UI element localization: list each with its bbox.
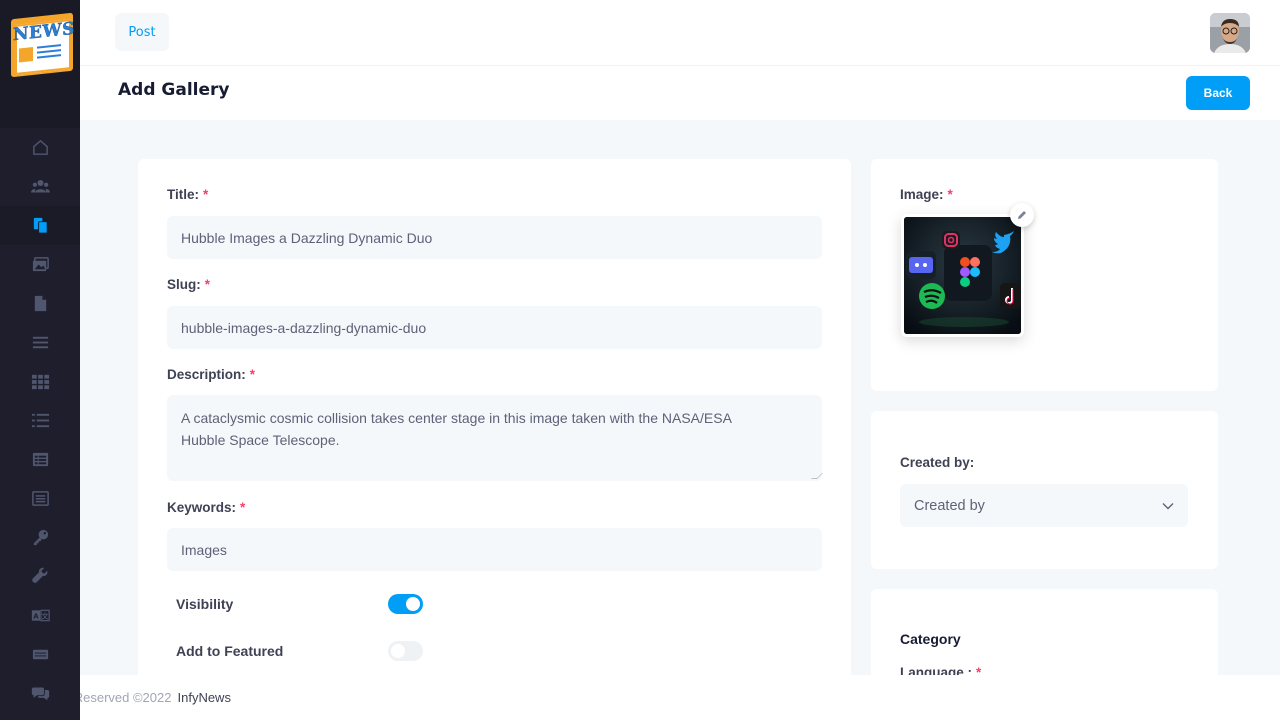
image-label-text: Image:: [900, 187, 944, 202]
social-apps-image: [904, 217, 1021, 334]
title-input[interactable]: Hubble Images a Dazzling Dynamic Duo: [167, 216, 822, 259]
required-mark: *: [203, 187, 209, 202]
sidebar-item-comments[interactable]: [0, 674, 80, 713]
footer-brand-link[interactable]: InfyNews: [177, 690, 230, 705]
sidebar-item-categories[interactable]: [0, 362, 80, 401]
image-preview[interactable]: [901, 214, 1024, 337]
sidebar-item-subcategories[interactable]: [0, 401, 80, 440]
sidebar-item-ads[interactable]: [0, 479, 80, 518]
select-value: Created by: [914, 497, 985, 514]
user-photo: [1210, 13, 1250, 53]
sidebar-nav: A文: [0, 128, 80, 713]
pencil-icon: [1018, 211, 1026, 219]
grid-icon: [31, 374, 49, 390]
sidebar-item-users[interactable]: [0, 167, 80, 206]
rows-icon: [31, 491, 49, 506]
featured-toggle[interactable]: [388, 641, 423, 661]
sidebar-item-roles[interactable]: [0, 518, 80, 557]
home-icon: [32, 139, 48, 155]
created-by-card: Created by: Created by: [871, 411, 1218, 569]
description-label-text: Description:: [167, 367, 246, 382]
keywords-label: Keywords: *: [167, 500, 245, 515]
top-header: Post: [80, 0, 1280, 66]
tab-post[interactable]: Post: [115, 13, 169, 51]
footer: ts Reserved ©2022 InfyNews: [80, 675, 1280, 720]
language-icon: A文: [31, 609, 50, 622]
toggle-knob: [406, 597, 420, 611]
sidebar-item-subscribers[interactable]: [0, 635, 80, 674]
visibility-toggle[interactable]: [388, 594, 423, 614]
required-mark: *: [249, 367, 256, 382]
title-label: Title: *: [167, 187, 208, 202]
key-icon: [33, 529, 48, 546]
copy-icon: [33, 217, 48, 234]
description-textarea[interactable]: A cataclysmic cosmic collision takes cen…: [167, 395, 823, 481]
toggle-knob: [391, 644, 405, 658]
back-button[interactable]: Back: [1186, 76, 1250, 110]
image-label: Image: *: [900, 187, 953, 202]
card-icon: [32, 649, 48, 660]
sidebar-item-languages[interactable]: A文: [0, 596, 80, 635]
logo-area[interactable]: NEWS: [0, 0, 80, 128]
keywords-input[interactable]: Images: [167, 528, 822, 571]
sidebar-item-settings[interactable]: [0, 557, 80, 596]
news-logo[interactable]: NEWS: [5, 12, 75, 78]
svg-text:文: 文: [40, 612, 48, 621]
visibility-label: Visibility: [176, 596, 234, 612]
sidebar-item-pages[interactable]: [0, 284, 80, 323]
image-card: Image: *: [871, 159, 1218, 391]
sidebar-item-polls[interactable]: [0, 440, 80, 479]
page-header: Add Gallery Back: [80, 66, 1280, 120]
required-mark: *: [240, 500, 246, 515]
chevron-down-icon: [1162, 502, 1174, 509]
sidebar-item-dashboard[interactable]: [0, 128, 80, 167]
featured-label: Add to Featured: [176, 643, 284, 659]
description-label: Description: *: [167, 367, 255, 382]
sidebar-item-posts[interactable]: [0, 206, 80, 245]
comments-icon: [31, 687, 49, 701]
created-by-select[interactable]: Created by: [900, 484, 1188, 527]
sidebar: NEWS A 文: [0, 0, 80, 720]
table-icon: [32, 452, 48, 467]
title-label-text: Title:: [167, 187, 200, 202]
page-title: Add Gallery: [118, 80, 230, 100]
required-mark: *: [947, 187, 953, 202]
keywords-label-text: Keywords:: [167, 500, 237, 515]
wrench-icon: [31, 567, 47, 583]
slug-input[interactable]: hubble-images-a-dazzling-dynamic-duo: [167, 306, 822, 349]
description-text: A cataclysmic cosmic collision takes cen…: [181, 410, 732, 448]
svg-text:A: A: [33, 613, 39, 621]
bars-icon: [32, 336, 48, 349]
avatar[interactable]: [1210, 13, 1250, 53]
slug-label-text: Slug:: [167, 277, 201, 292]
gallery-form-card: Title: * Hubble Images a Dazzling Dynamic…: [138, 159, 851, 699]
users-icon: [30, 180, 50, 193]
required-mark: *: [204, 277, 211, 292]
copyright-text: ts Reserved ©2022: [80, 690, 172, 705]
file-icon: [34, 295, 46, 312]
category-heading: Category: [900, 631, 961, 647]
resize-handle[interactable]: [811, 473, 823, 479]
list-icon: [31, 413, 49, 428]
sidebar-item-menus[interactable]: [0, 323, 80, 362]
slug-label: Slug: *: [167, 277, 210, 292]
sidebar-item-gallery[interactable]: [0, 245, 80, 284]
gallery-icon: [32, 257, 49, 272]
created-by-label: Created by:: [900, 455, 975, 470]
edit-image-button[interactable]: [1010, 203, 1034, 227]
